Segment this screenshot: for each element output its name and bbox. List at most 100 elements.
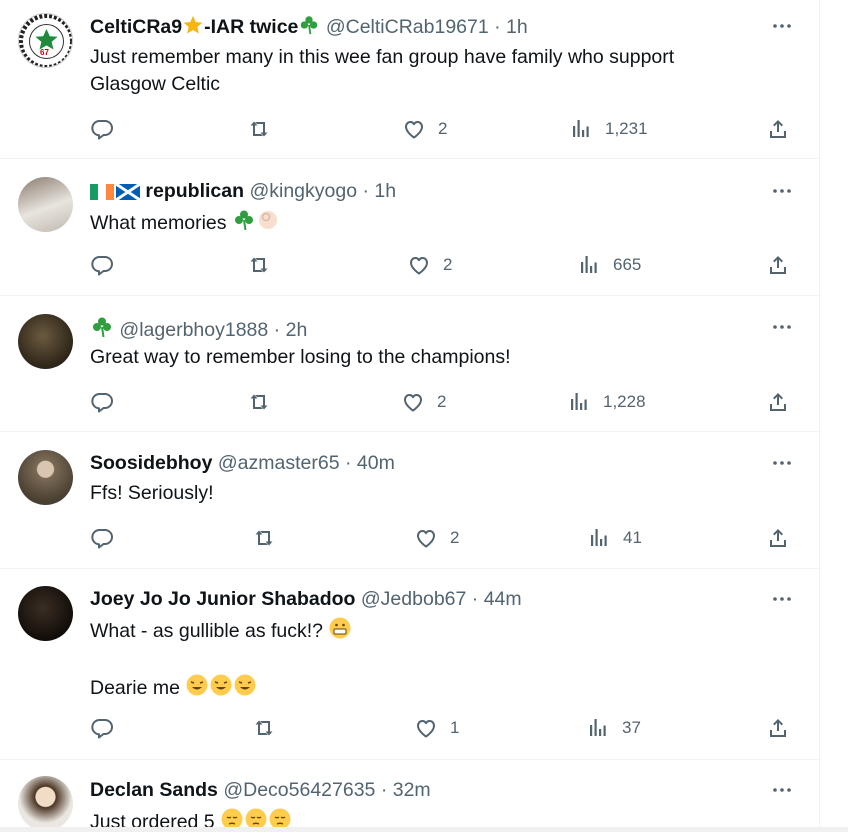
share-icon (766, 390, 790, 414)
handle[interactable]: @CeltiCRab19671 (326, 16, 489, 38)
views-button[interactable]: 1,231 (569, 117, 648, 141)
retweet-icon (247, 253, 271, 277)
tweet-header: CeltiCRa9 -IAR twice @CeltiCRab19671 · 1h (90, 14, 528, 39)
views-icon (587, 526, 611, 550)
like-icon (414, 526, 438, 550)
like-button[interactable]: 1 (414, 716, 459, 740)
views-icon (567, 390, 591, 414)
tweet-text: Great way to remember losing to the cham… (90, 344, 511, 371)
tweet-text-line: Just remember many in this wee fan group… (90, 46, 675, 68)
retweet-button[interactable] (247, 390, 271, 414)
display-name[interactable]: Joey Jo Jo Junior Shabadoo (90, 588, 355, 610)
retweet-button[interactable] (252, 526, 276, 550)
more-icon[interactable] (770, 14, 798, 38)
share-button[interactable] (766, 253, 790, 277)
views-button[interactable]: 1,228 (567, 390, 646, 414)
like-icon (401, 390, 425, 414)
tweet[interactable]: 67 CeltiCRa9 -IAR twice @CeltiCRab19671 ·… (0, 0, 819, 159)
timestamp[interactable]: 1h (374, 180, 396, 202)
share-button[interactable] (766, 526, 790, 550)
avatar[interactable] (18, 450, 73, 505)
tweet[interactable]: republican @kingkyogo · 1h What memories… (0, 159, 819, 296)
star-emoji (182, 14, 204, 36)
shamrock-emoji (298, 14, 320, 36)
tweet-text-line: Glasgow Celtic (90, 73, 221, 95)
timestamp[interactable]: 2h (286, 319, 308, 341)
retweet-button[interactable] (247, 253, 271, 277)
tweet-text: Just remember many in this wee fan group… (90, 44, 674, 98)
like-icon (407, 253, 431, 277)
timestamp[interactable]: 1h (506, 16, 528, 38)
avatar[interactable] (18, 314, 73, 369)
reply-timeline: 67 CeltiCRa9 -IAR twice @CeltiCRab19671 ·… (0, 0, 820, 832)
grimace-emoji (328, 616, 352, 640)
reply-icon (91, 526, 115, 550)
reply-button[interactable] (91, 390, 115, 414)
reply-button[interactable] (91, 526, 115, 550)
more-icon[interactable] (770, 778, 798, 802)
handle[interactable]: @Deco56427635 (223, 779, 375, 801)
retweet-icon (252, 526, 276, 550)
like-count: 2 (450, 528, 460, 547)
scotland-flag (116, 184, 140, 200)
share-button[interactable] (766, 390, 790, 414)
avatar[interactable] (18, 776, 73, 831)
separator: · (362, 180, 369, 202)
ok-hand-emoji (258, 211, 277, 229)
avatar[interactable]: 67 (18, 13, 73, 68)
display-name-suffix[interactable]: -IAR twice (204, 16, 298, 38)
view-count: 1,231 (605, 119, 648, 138)
retweet-button[interactable] (247, 117, 271, 141)
retweet-icon (252, 716, 276, 740)
share-button[interactable] (766, 117, 790, 141)
avatar[interactable] (18, 586, 73, 641)
like-button[interactable]: 2 (414, 526, 459, 550)
view-count: 37 (622, 718, 641, 737)
timestamp[interactable]: 32m (393, 779, 431, 801)
reply-button[interactable] (91, 117, 115, 141)
retweet-icon (247, 390, 271, 414)
tweet-header: Declan Sands @Deco56427635 · 32m (90, 778, 431, 802)
reply-button[interactable] (91, 716, 115, 740)
like-icon (414, 716, 438, 740)
tweet[interactable]: Declan Sands @Deco56427635 · 32m Just or… (0, 760, 819, 832)
more-icon[interactable] (770, 587, 798, 611)
more-icon[interactable] (770, 451, 798, 475)
tweet-header: Joey Jo Jo Junior Shabadoo @Jedbob67 · 4… (90, 587, 522, 611)
like-button[interactable]: 2 (401, 390, 446, 414)
shamrock-emoji (232, 208, 256, 232)
reply-button[interactable] (91, 253, 115, 277)
like-button[interactable]: 2 (402, 117, 447, 141)
handle[interactable]: @Jedbob67 (361, 588, 466, 610)
handle[interactable]: @azmaster65 (218, 452, 340, 474)
share-icon (766, 253, 790, 277)
views-button[interactable]: 665 (577, 253, 641, 277)
display-name[interactable]: Soosidebhoy (90, 452, 212, 474)
timestamp[interactable]: 40m (357, 452, 395, 474)
tweet-text: What memories (90, 208, 280, 237)
avatar[interactable] (18, 177, 73, 232)
share-button[interactable] (766, 716, 790, 740)
more-icon[interactable] (770, 315, 798, 339)
tweet[interactable]: @lagerbhoy1888 · 2h Great way to remembe… (0, 296, 819, 432)
view-count: 41 (623, 528, 642, 547)
display-name[interactable]: republican (145, 180, 244, 202)
like-button[interactable]: 2 (407, 253, 452, 277)
bottom-scrollbar[interactable] (0, 827, 848, 832)
more-icon[interactable] (770, 179, 798, 203)
tweet[interactable]: Joey Jo Jo Junior Shabadoo @Jedbob67 · 4… (0, 569, 819, 760)
display-name[interactable]: Declan Sands (90, 779, 218, 801)
share-icon (766, 526, 790, 550)
handle[interactable]: @lagerbhoy1888 (119, 319, 268, 341)
views-button[interactable]: 41 (587, 526, 642, 550)
tweet[interactable]: Soosidebhoy @azmaster65 · 40m Ffs! Serio… (0, 432, 819, 569)
like-count: 2 (438, 119, 448, 138)
handle[interactable]: @kingkyogo (249, 180, 357, 202)
retweet-button[interactable] (252, 716, 276, 740)
separator: · (273, 319, 281, 341)
tweet-text-line: What memories (90, 212, 227, 234)
views-button[interactable]: 37 (586, 716, 641, 740)
view-count: 665 (613, 255, 642, 274)
display-name[interactable]: CeltiCRa9 (90, 16, 182, 38)
timestamp[interactable]: 44m (484, 588, 522, 610)
